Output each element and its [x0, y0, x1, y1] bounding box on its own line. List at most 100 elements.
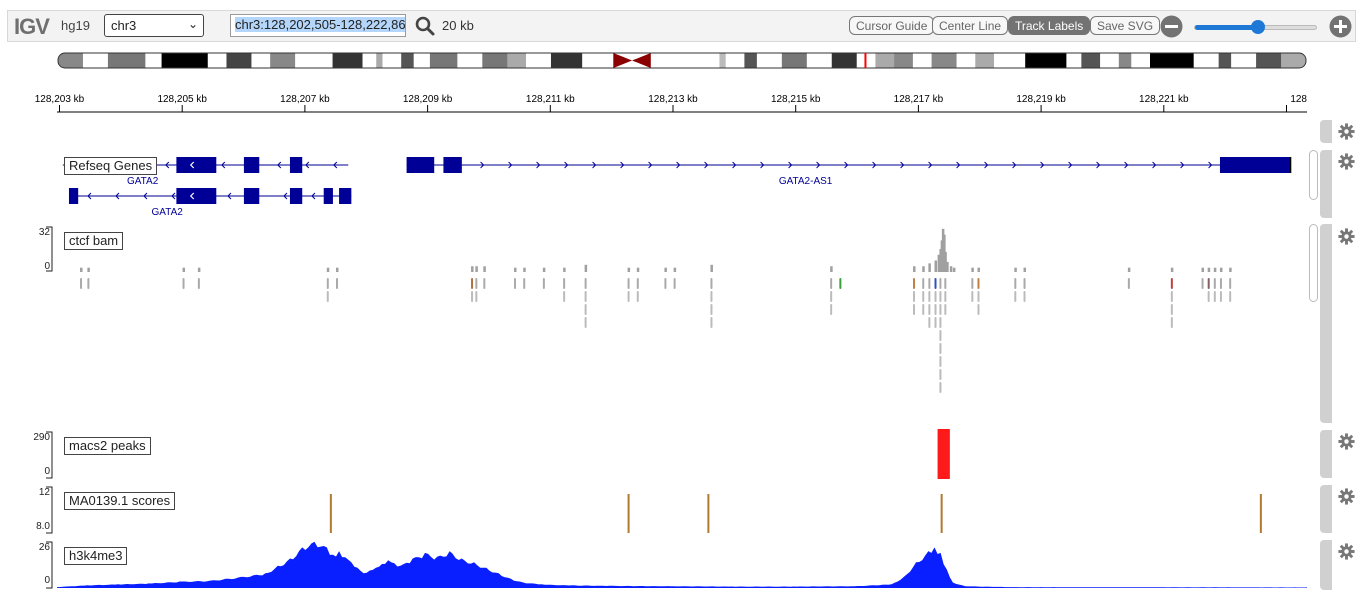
gene-name-label: GATA2-AS1: [779, 176, 833, 187]
ctcf-track-label[interactable]: ctcf bam: [64, 232, 124, 250]
zoom-out-icon[interactable]: [1160, 15, 1183, 38]
ideogram-band: [526, 53, 552, 68]
locus-value: chr3:128,202,505-128,222,868: [235, 17, 405, 32]
coverage-bar: [1201, 267, 1205, 272]
motif-score-mark: [329, 494, 332, 533]
coverage-bar: [1229, 267, 1232, 272]
alignment-read: [928, 317, 931, 328]
alignment-read: [939, 317, 942, 328]
coverage-bar: [197, 267, 201, 272]
coverage-bar: [673, 267, 677, 272]
ideogram-band: [226, 53, 252, 68]
center-line-button[interactable]: Center Line: [932, 16, 1009, 35]
gene-exon: [243, 188, 260, 204]
alignment-read: [563, 291, 566, 302]
alignment-read: [977, 278, 980, 289]
macs2-peaks-track[interactable]: [57, 429, 1307, 481]
ruler-tick-label: 128,207 kb: [280, 94, 330, 105]
coverage-bar: [636, 267, 640, 272]
chromosome-select[interactable]: chr3 ⌄: [104, 14, 204, 37]
alignment-read: [584, 304, 587, 315]
ideogram-band: [1150, 53, 1195, 68]
h3k4me3-track[interactable]: [57, 538, 1307, 590]
ideogram-band: [706, 53, 720, 68]
ma0139-scores-track[interactable]: [57, 484, 1307, 536]
zoom-in-icon[interactable]: [1329, 15, 1352, 38]
h3k4me3-track-gutter[interactable]: [1320, 540, 1332, 590]
gene-exon: [289, 188, 303, 204]
coverage-bar: [627, 267, 631, 272]
ctcf-bam-track[interactable]: [57, 224, 1307, 429]
alignment-read: [1201, 278, 1204, 289]
alignment-read: [475, 291, 478, 302]
refseq-genes-track[interactable]: GATA2 GATA2 GATA2-AS1: [57, 150, 1307, 220]
ideogram-band: [831, 53, 858, 68]
ideogram-band: [1193, 53, 1220, 68]
macs2-track-gutter[interactable]: [1320, 430, 1332, 478]
ideogram-band: [1100, 53, 1120, 68]
locus-search-input[interactable]: chr3:128,202,505-128,222,868: [230, 14, 406, 37]
ctcf-track-scrollbar[interactable]: [1309, 224, 1318, 302]
refseq-track-gutter[interactable]: [1320, 150, 1332, 218]
gear-icon[interactable]: [1338, 123, 1355, 140]
gene-exon: [406, 157, 435, 173]
coverage-bar: [830, 266, 833, 272]
save-svg-button[interactable]: Save SVG: [1090, 16, 1161, 35]
gear-icon[interactable]: [1338, 543, 1355, 560]
refseq-track-label[interactable]: Refseq Genes: [64, 157, 158, 175]
refseq-track-scrollbar[interactable]: [1309, 150, 1318, 200]
alignment-read: [627, 278, 630, 289]
coverage-bar: [710, 264, 713, 272]
coverage-bar: [971, 267, 974, 272]
gear-icon[interactable]: [1338, 433, 1355, 450]
coverage-bar: [977, 267, 980, 272]
coverage-bar: [523, 267, 526, 272]
ma0139-track-label[interactable]: MA0139.1 scores: [64, 492, 176, 510]
coverage-bar: [949, 266, 953, 272]
zoom-slider[interactable]: [1194, 20, 1317, 34]
h3k4me3-track-label[interactable]: h3k4me3: [64, 547, 128, 565]
coverage-bar: [1207, 267, 1211, 272]
ruler-tick-label: 128,209 kb: [403, 94, 453, 105]
coverage-bar: [913, 266, 916, 272]
alignment-read: [922, 304, 925, 315]
alignment-read: [1170, 304, 1173, 315]
alignment-read: [1023, 278, 1026, 289]
zoom-slider-handle[interactable]: [1250, 20, 1265, 34]
gear-icon[interactable]: [1338, 228, 1355, 245]
alignment-read: [939, 382, 942, 393]
gear-icon[interactable]: [1338, 153, 1355, 170]
ideogram-band: [781, 53, 808, 68]
cursor-guide-button[interactable]: Cursor Guide: [849, 16, 935, 35]
coverage-bar: [471, 266, 474, 272]
ideogram-band: [270, 53, 296, 68]
ideogram-band: [912, 53, 933, 68]
ma0139-track-gutter[interactable]: [1320, 485, 1332, 533]
macs2-track-label[interactable]: macs2 peaks: [64, 437, 151, 455]
ctcf-scale-bracket: [46, 226, 53, 272]
ruler-track-gutter[interactable]: [1320, 120, 1332, 143]
motif-score-mark: [940, 494, 943, 533]
gene-name-label: GATA2: [127, 176, 159, 187]
ideogram-band: [994, 53, 1026, 68]
track-labels-button[interactable]: Track Labels: [1008, 16, 1091, 35]
ideogram-band: [956, 53, 976, 68]
alignment-read: [830, 304, 833, 315]
h3k4me3-scale-bracket: [46, 541, 53, 589]
alignment-read: [939, 304, 942, 315]
alignment-read: [673, 278, 676, 289]
alignment-read: [939, 343, 942, 354]
chromosome-ideogram[interactable]: [57, 52, 1307, 70]
alignment-read: [710, 304, 713, 315]
alignment-read: [928, 304, 931, 315]
ruler-track: 128,203 kb 128,205 kb 128,207 kb 128,209 kb…: [35, 94, 1307, 113]
alignment-read: [939, 356, 942, 367]
gear-icon[interactable]: [1338, 488, 1355, 505]
ideogram-band: [806, 53, 833, 68]
genome-label[interactable]: hg19: [61, 18, 90, 33]
ideogram-band: [1025, 53, 1067, 68]
gene-exon: [176, 188, 217, 204]
search-icon[interactable]: [414, 15, 436, 37]
alignment-read: [584, 278, 587, 289]
ctcf-track-gutter[interactable]: [1320, 224, 1332, 423]
